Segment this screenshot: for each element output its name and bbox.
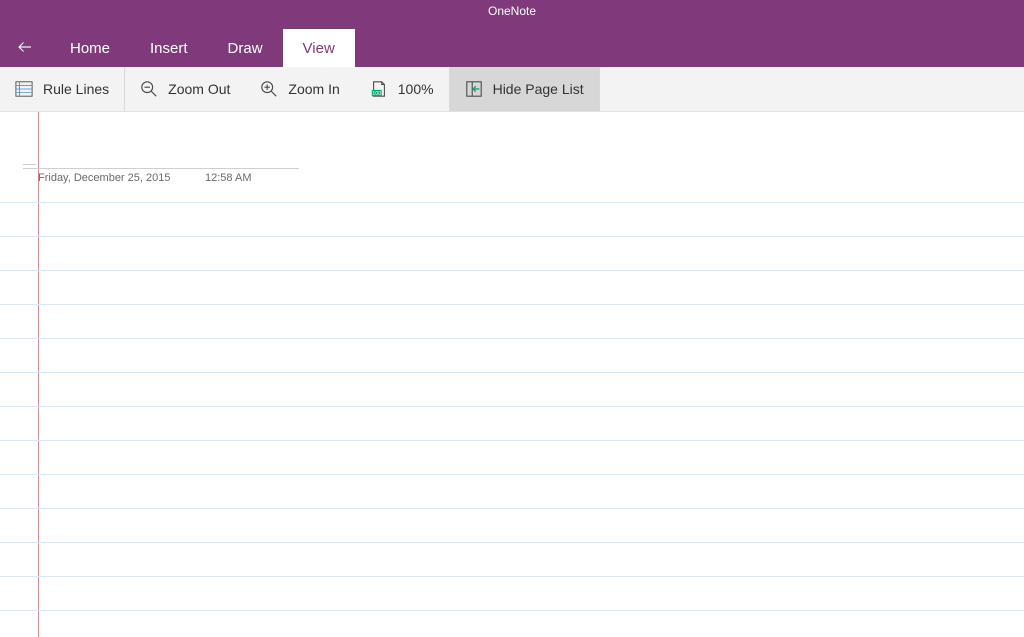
page-time: 12:58 AM	[205, 172, 251, 184]
rule-line	[0, 304, 1024, 305]
rule-line	[0, 474, 1024, 475]
ribbon-group-pagelist: Hide Page List	[450, 67, 600, 111]
tab-home[interactable]: Home	[50, 29, 130, 67]
titlebar: OneNote Home Insert Draw View	[0, 0, 1024, 67]
rule-line	[0, 542, 1024, 543]
ribbon-group-rule: Rule Lines	[0, 67, 125, 111]
rule-line	[0, 508, 1024, 509]
title-underline	[23, 168, 299, 169]
page-canvas[interactable]: Friday, December 25, 2015 12:58 AM	[0, 112, 1024, 637]
app-title: OneNote	[488, 4, 536, 18]
zoom-in-icon	[260, 80, 278, 98]
arrow-left-icon	[16, 38, 34, 56]
rule-line	[0, 236, 1024, 237]
svg-text:100: 100	[372, 91, 381, 97]
page-100-icon: 100	[370, 80, 388, 98]
rule-line	[0, 202, 1024, 203]
hide-page-list-icon	[465, 80, 483, 98]
ribbon-group-zoom: Zoom Out Zoom In 100	[125, 67, 449, 111]
tab-label: Insert	[150, 40, 188, 57]
tab-label: View	[303, 40, 335, 57]
tab-label: Home	[70, 40, 110, 57]
ribbon-label: Hide Page List	[493, 81, 584, 97]
ribbon-label: Rule Lines	[43, 81, 109, 97]
rule-line	[0, 338, 1024, 339]
tab-view[interactable]: View	[283, 29, 355, 67]
rule-lines-button[interactable]: Rule Lines	[0, 67, 124, 111]
rule-line	[0, 610, 1024, 611]
back-button[interactable]	[0, 27, 50, 67]
ribbon-view: Rule Lines Zoom Out	[0, 67, 1024, 112]
rule-line	[0, 270, 1024, 271]
zoom-in-button[interactable]: Zoom In	[245, 67, 354, 111]
rule-line	[0, 372, 1024, 373]
zoom-out-button[interactable]: Zoom Out	[125, 67, 245, 111]
page-date: Friday, December 25, 2015	[38, 172, 170, 184]
zoom-100-button[interactable]: 100 100%	[355, 67, 449, 111]
rule-lines-icon	[15, 80, 33, 98]
tab-insert[interactable]: Insert	[130, 29, 208, 67]
rule-line	[0, 440, 1024, 441]
ribbon-label: Zoom In	[288, 81, 339, 97]
tab-label: Draw	[228, 40, 263, 57]
ribbon-label: Zoom Out	[168, 81, 230, 97]
date-tick	[23, 164, 36, 165]
tabs-row: Home Insert Draw View	[0, 27, 1024, 67]
zoom-out-icon	[140, 80, 158, 98]
tab-draw[interactable]: Draw	[208, 29, 283, 67]
rule-line	[0, 406, 1024, 407]
ribbon-label: 100%	[398, 81, 434, 97]
hide-page-list-button[interactable]: Hide Page List	[450, 67, 599, 111]
rule-line	[0, 576, 1024, 577]
margin-rule	[38, 112, 39, 637]
